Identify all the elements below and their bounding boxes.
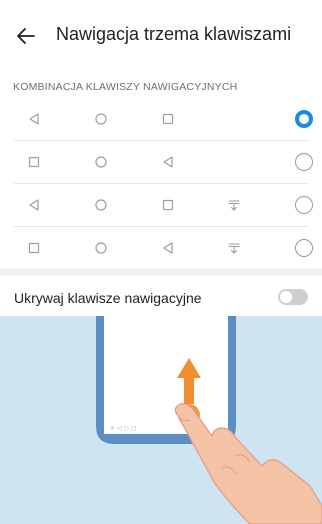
combination-row-1[interactable] — [0, 100, 322, 141]
combination-row-2[interactable] — [0, 143, 322, 184]
combination-row-3[interactable] — [0, 186, 322, 227]
home-circle-icon — [93, 240, 109, 256]
hide-navigation-keys-label: Ukrywaj klawisze nawigacyjne — [14, 290, 202, 306]
arrow-left-icon[interactable] — [14, 24, 38, 48]
hide-navigation-keys-toggle[interactable] — [278, 289, 308, 305]
recents-square-icon — [160, 111, 176, 127]
combination-radio-2[interactable] — [295, 153, 313, 171]
section-separator — [0, 268, 322, 276]
home-circle-icon — [93, 111, 109, 127]
back-triangle-icon — [160, 240, 176, 256]
back-triangle-icon — [160, 154, 176, 170]
recents-square-icon — [26, 240, 42, 256]
back-triangle-icon — [26, 111, 42, 127]
notification-pull-down-icon — [226, 197, 242, 213]
app-bar: Nawigacja trzema klawiszami — [0, 0, 322, 72]
combination-radio-4[interactable] — [295, 239, 313, 257]
svg-text:× ◁ ○ □: × ◁ ○ □ — [110, 425, 136, 432]
divider — [14, 183, 308, 184]
combination-row-4[interactable] — [0, 229, 322, 267]
gesture-illustration-svg: × ◁ ○ □ — [96, 316, 322, 524]
notification-pull-down-icon — [226, 240, 242, 256]
section-label: KOMBINACJA KLAWISZY NAWIGACYJNYCH — [13, 81, 238, 93]
divider — [14, 140, 308, 141]
swipe-up-gesture-illustration: × ◁ ○ □ — [0, 316, 322, 524]
recents-square-icon — [26, 154, 42, 170]
divider — [14, 226, 308, 227]
combination-radio-3[interactable] — [295, 196, 313, 214]
page-title: Nawigacja trzema klawiszami — [56, 24, 292, 44]
hide-navigation-keys-row[interactable]: Ukrywaj klawisze nawigacyjne — [0, 276, 322, 316]
home-circle-icon — [93, 197, 109, 213]
toggle-knob — [280, 291, 292, 303]
combination-radio-1[interactable] — [295, 110, 313, 128]
home-circle-icon — [93, 154, 109, 170]
back-triangle-icon — [26, 197, 42, 213]
hand — [174, 403, 322, 524]
recents-square-icon — [160, 197, 176, 213]
